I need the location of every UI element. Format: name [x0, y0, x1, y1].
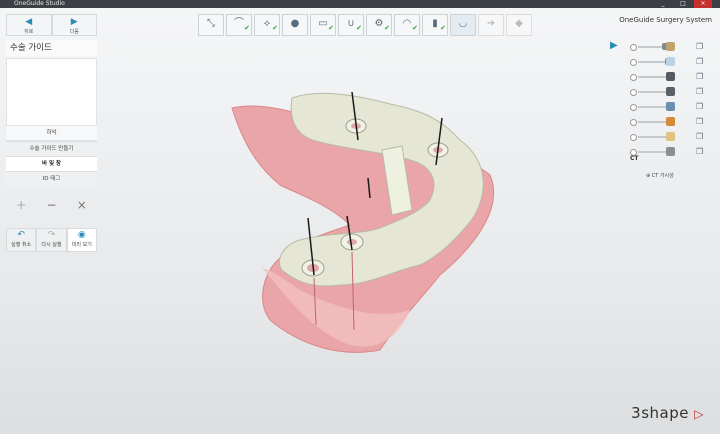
next-button[interactable]: ▶ 다음	[51, 14, 97, 36]
layer-radio[interactable]	[630, 44, 637, 51]
layer-swatch-icon	[666, 117, 675, 126]
workflow-toolbar: ⤡ ⌒ ✔ ⟡ ✔ ● ▭ ✔ ∪ ✔ ⚙ ✔ ◠ ✔ ▮ ✔ ◡ ➜ ◆	[198, 14, 532, 36]
step-bars-windows[interactable]: 바 및 창	[6, 156, 97, 171]
preview-button[interactable]: ◉ 미리 보기	[66, 228, 97, 252]
redo-label: 다시 실행	[41, 242, 62, 248]
layer-radio[interactable]	[630, 104, 637, 111]
redo-button[interactable]: ↷ 다시 실행	[36, 228, 67, 252]
layer-swatch-icon	[666, 102, 675, 111]
brand-logo: 3shape ▷	[631, 404, 704, 422]
step-id-tag[interactable]: ID 태그	[6, 171, 97, 186]
gum-icon[interactable]: ∪ ✔	[338, 14, 364, 36]
layer-swatch-icon	[666, 132, 675, 141]
model-icon[interactable]: ⟡ ✔	[254, 14, 280, 36]
layer-row-4[interactable]: ❐	[630, 87, 710, 97]
back-button[interactable]: ◀ 뒤로	[6, 14, 52, 36]
logo-triangle-icon: ▷	[694, 407, 704, 421]
remove-icon[interactable]: −	[41, 196, 61, 214]
thumb-caption: 하악	[6, 126, 97, 141]
layer-radio[interactable]	[630, 134, 637, 141]
bite-icon[interactable]: ▭ ✔	[310, 14, 336, 36]
layer-options-icon[interactable]: ❐	[696, 147, 703, 156]
layer-row-5[interactable]: ❐	[630, 102, 710, 112]
delete-icon[interactable]: ×	[72, 196, 92, 214]
next-label: 다음	[69, 29, 79, 35]
layer-row-3[interactable]: ❐	[630, 72, 710, 82]
app-title: OneGuide Surgery System	[619, 16, 712, 24]
arrow-left-icon: ◀	[25, 17, 33, 27]
layer-options-icon[interactable]: ❐	[696, 72, 703, 81]
implant-icon[interactable]: ⚙ ✔	[366, 14, 392, 36]
layer-swatch-icon	[666, 42, 675, 51]
layer-options-icon[interactable]: ❐	[696, 57, 703, 66]
layer-options-icon[interactable]: ❐	[696, 102, 703, 111]
ct-visible-label: CT 가시성	[651, 173, 674, 179]
layer-row-8[interactable]: ❐	[630, 147, 710, 157]
jaw-thumbnail-frame[interactable]	[6, 58, 97, 126]
left-panel: ◀ 뒤로 ▶ 다음 수술 가이드 하악 수술 가이드 만들기 바 및 창 ID …	[6, 14, 97, 252]
ct-label: CT	[630, 155, 639, 162]
guide-icon[interactable]: ◡	[450, 14, 476, 36]
eye-icon: ◉	[77, 230, 86, 240]
logo-text: 3shape	[631, 404, 689, 422]
ruler-icon[interactable]: ⤡	[198, 14, 224, 36]
panel-expand-icon[interactable]: ▶	[610, 40, 618, 51]
arrow-right-icon: ▶	[70, 17, 78, 27]
layer-options-icon[interactable]: ❐	[696, 132, 703, 141]
layer-options-icon[interactable]: ❐	[696, 42, 703, 51]
layer-radio[interactable]	[630, 74, 637, 81]
layer-row-2[interactable]: ❐	[630, 57, 710, 67]
layer-options-icon[interactable]: ❐	[696, 87, 703, 96]
layer-options-icon[interactable]: ❐	[696, 117, 703, 126]
add-icon[interactable]: +	[11, 196, 31, 214]
sleeve-icon[interactable]: ▮ ✔	[422, 14, 448, 36]
layer-radio[interactable]	[630, 119, 637, 126]
cube-icon[interactable]: ◆	[506, 14, 532, 36]
layer-radio[interactable]	[630, 89, 637, 96]
scan-icon[interactable]: ⌒ ✔	[226, 14, 252, 36]
tooth-icon[interactable]: ●	[282, 14, 308, 36]
undo-label: 실행 취소	[11, 242, 32, 248]
drill-icon[interactable]: ◠ ✔	[394, 14, 420, 36]
layer-swatch-icon	[666, 57, 675, 66]
layer-row-6[interactable]: ❐	[630, 117, 710, 127]
layer-swatch-icon	[666, 72, 675, 81]
preview-label: 미리 보기	[71, 242, 92, 248]
layer-row-1[interactable]: ❐	[630, 42, 710, 52]
undo-button[interactable]: ↶ 실행 취소	[6, 228, 37, 252]
export-arrow-icon[interactable]: ➜	[478, 14, 504, 36]
layer-swatch-icon	[666, 87, 675, 96]
redo-icon: ↷	[47, 230, 56, 240]
viewport-3d[interactable]	[0, 0, 720, 434]
undo-icon: ↶	[17, 230, 25, 240]
step-create-guide[interactable]: 수술 가이드 만들기	[6, 141, 97, 156]
layer-row-7[interactable]: ❐	[630, 132, 710, 142]
layer-swatch-icon	[666, 147, 675, 156]
ct-visibility-button[interactable]: ⊕ CT 가시성	[646, 172, 674, 179]
layer-radio[interactable]	[630, 59, 637, 66]
panel-title: 수술 가이드	[6, 40, 97, 56]
back-label: 뒤로	[24, 29, 34, 35]
plus-circle-icon: ⊕	[646, 173, 651, 179]
